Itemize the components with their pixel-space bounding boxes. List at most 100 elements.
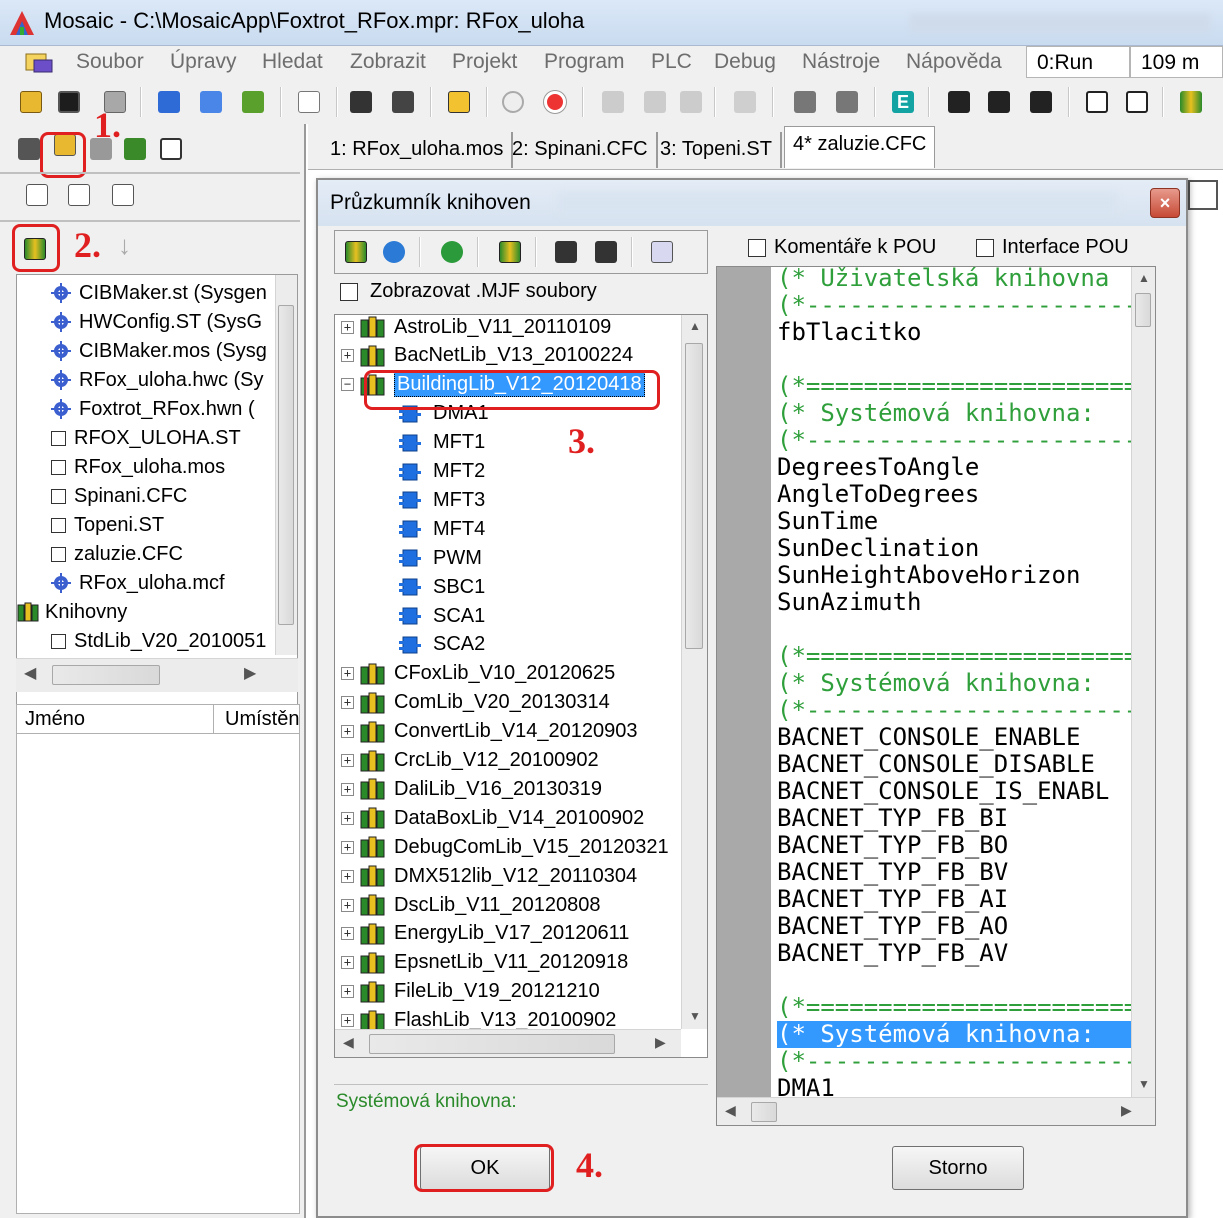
interface-checkbox[interactable]: Interface POU bbox=[976, 236, 1129, 259]
library-item[interactable]: + CrcLib_V12_20100902 bbox=[341, 747, 599, 775]
menu-upravy[interactable]: Úpravy bbox=[170, 50, 237, 74]
split-vertical-icon[interactable] bbox=[1082, 87, 1112, 117]
library-block-item[interactable]: SBC1 bbox=[399, 573, 485, 601]
library-add-icon[interactable] bbox=[495, 237, 525, 267]
pane-debug-icon[interactable] bbox=[120, 134, 150, 164]
download-icon[interactable] bbox=[444, 87, 474, 117]
menu-soubor[interactable]: Soubor bbox=[76, 50, 144, 74]
tree-vscroll[interactable] bbox=[275, 275, 297, 655]
paste-icon[interactable] bbox=[388, 87, 418, 117]
find-next-icon[interactable] bbox=[591, 237, 621, 267]
expand-icon[interactable]: + bbox=[341, 320, 354, 334]
tree-item[interactable]: RFox_uloha.mcf bbox=[51, 569, 225, 597]
tab-spinani[interactable]: 2: Spinani.CFC bbox=[504, 132, 658, 168]
menu-debug[interactable]: Debug bbox=[714, 50, 776, 74]
new-item-icon[interactable] bbox=[22, 180, 52, 210]
edit-icon[interactable] bbox=[730, 87, 760, 117]
library-block-item[interactable]: MFT2 bbox=[399, 458, 485, 486]
library-item[interactable]: + DMX512lib_V12_20110304 bbox=[341, 862, 637, 890]
library-item[interactable]: + DataBoxLib_V14_20100902 bbox=[341, 804, 644, 832]
code-vscroll[interactable]: ▲ ▼ bbox=[1131, 267, 1155, 1097]
expand-icon[interactable]: + bbox=[341, 754, 354, 767]
step-out-icon[interactable] bbox=[676, 87, 706, 117]
tree-item[interactable]: RFOX_ULOHA.ST bbox=[51, 424, 241, 452]
split-horizontal-icon[interactable] bbox=[1122, 87, 1152, 117]
menu-napoveda[interactable]: Nápověda bbox=[906, 50, 1002, 74]
tree-item[interactable]: Foxtrot_RFox.hwn ( bbox=[51, 395, 255, 423]
find-icon[interactable] bbox=[551, 237, 581, 267]
expand-icon[interactable]: + bbox=[341, 985, 354, 999]
mjf-checkbox[interactable]: Zobrazovat .MJF soubory bbox=[340, 280, 597, 303]
add-item-icon[interactable] bbox=[64, 180, 94, 210]
tree-item[interactable]: CIBMaker.st (Sysgen bbox=[51, 279, 267, 307]
tree-item[interactable]: Topeni.ST bbox=[51, 511, 164, 539]
library-block-item[interactable]: MFT4 bbox=[399, 515, 485, 543]
library-view-icon[interactable] bbox=[341, 237, 371, 267]
save-icon[interactable] bbox=[54, 87, 84, 117]
library-item[interactable]: + DscLib_V11_20120808 bbox=[341, 891, 600, 919]
expand-icon[interactable]: + bbox=[341, 811, 354, 825]
open-icon[interactable] bbox=[16, 87, 46, 117]
expand-icon[interactable]: + bbox=[341, 696, 354, 710]
dialog-close-button[interactable]: × bbox=[1150, 188, 1180, 218]
tree-item[interactable]: HWConfig.ST (SysG bbox=[51, 308, 262, 336]
expand-icon[interactable]: + bbox=[341, 1014, 354, 1028]
library-block-item[interactable]: SCA1 bbox=[399, 602, 485, 630]
expand-icon[interactable]: + bbox=[341, 725, 354, 739]
menu-nastroje[interactable]: Nástroje bbox=[802, 50, 880, 74]
export-icon[interactable] bbox=[832, 87, 862, 117]
move-down-icon[interactable]: ↓ bbox=[118, 230, 131, 261]
print-icon[interactable] bbox=[647, 237, 677, 267]
library-item[interactable]: + DaliLib_V16_20130319 bbox=[341, 775, 602, 803]
import-icon[interactable] bbox=[790, 87, 820, 117]
tab-zaluzie[interactable]: 4* zaluzie.CFC bbox=[784, 126, 936, 168]
tree-item[interactable]: Spinani.CFC bbox=[51, 482, 187, 510]
refresh-icon[interactable] bbox=[379, 237, 409, 267]
library-item[interactable]: + AstroLib_V11_20110109 bbox=[341, 315, 611, 341]
tree-item[interactable]: zaluzie.CFC bbox=[51, 540, 183, 568]
expand-icon[interactable]: + bbox=[341, 782, 354, 796]
library-item[interactable]: + CFoxLib_V10_20120625 bbox=[341, 660, 615, 688]
library-item[interactable]: + BacNetLib_V13_20100224 bbox=[341, 342, 633, 370]
run-icon[interactable] bbox=[498, 87, 528, 117]
tree-item[interactable]: Knihovny bbox=[17, 598, 127, 626]
layout-1-icon[interactable] bbox=[944, 87, 974, 117]
expand-icon[interactable]: + bbox=[341, 667, 354, 681]
make-icon[interactable] bbox=[238, 87, 268, 117]
menu-program[interactable]: Program bbox=[544, 50, 625, 74]
library-item[interactable]: + ComLib_V20_20130314 bbox=[341, 689, 610, 717]
stop-icon[interactable] bbox=[540, 87, 570, 117]
library-block-item[interactable]: SCA2 bbox=[399, 631, 485, 659]
editor-e-icon[interactable]: E bbox=[888, 87, 918, 117]
copy-icon[interactable] bbox=[346, 87, 376, 117]
step-into-icon[interactable] bbox=[598, 87, 628, 117]
expand-icon[interactable]: + bbox=[341, 956, 354, 970]
menu-hledat[interactable]: Hledat bbox=[262, 50, 323, 74]
tree-item[interactable]: CIBMaker.mos (Sysg bbox=[51, 337, 267, 365]
expand-icon[interactable]: + bbox=[341, 840, 354, 854]
collapse-icon[interactable]: − bbox=[341, 378, 354, 392]
tree-hscroll[interactable]: ◀ ▶ bbox=[16, 658, 298, 692]
layout-2-icon[interactable] bbox=[984, 87, 1014, 117]
expand-icon[interactable]: + bbox=[341, 349, 354, 363]
remove-item-icon[interactable] bbox=[108, 180, 138, 210]
app-menu-icon[interactable] bbox=[24, 50, 54, 76]
library-block-item[interactable]: MFT1 bbox=[399, 429, 485, 457]
build-icon[interactable] bbox=[154, 87, 184, 117]
tree-item[interactable]: StdLib_V20_2010051 bbox=[51, 627, 266, 655]
library-item[interactable]: + FileLib_V19_20121210 bbox=[341, 978, 600, 1006]
menu-zobrazit[interactable]: Zobrazit bbox=[350, 50, 426, 74]
library-item[interactable]: + EnergyLib_V17_20120611 bbox=[341, 920, 629, 948]
code-hscroll[interactable]: ◀ ▶ bbox=[717, 1097, 1155, 1125]
sync-icon[interactable] bbox=[437, 237, 467, 267]
library-item[interactable]: + EpsnetLib_V11_20120918 bbox=[341, 949, 628, 977]
tab-topeni[interactable]: 3: Topeni.ST bbox=[652, 132, 782, 168]
library-item[interactable]: + DebugComLib_V15_20120321 bbox=[341, 833, 669, 861]
library-block-item[interactable]: MFT3 bbox=[399, 486, 485, 514]
tab-rfox-uloha[interactable]: 1: RFox_uloha.mos bbox=[322, 132, 514, 168]
layout-3-icon[interactable] bbox=[1026, 87, 1056, 117]
comments-checkbox[interactable]: Komentáře k POU bbox=[748, 236, 936, 259]
expand-icon[interactable]: + bbox=[341, 927, 354, 941]
tree-item[interactable]: RFox_uloha.hwc (Sy bbox=[51, 366, 264, 394]
cancel-button[interactable]: Storno bbox=[892, 1146, 1024, 1190]
